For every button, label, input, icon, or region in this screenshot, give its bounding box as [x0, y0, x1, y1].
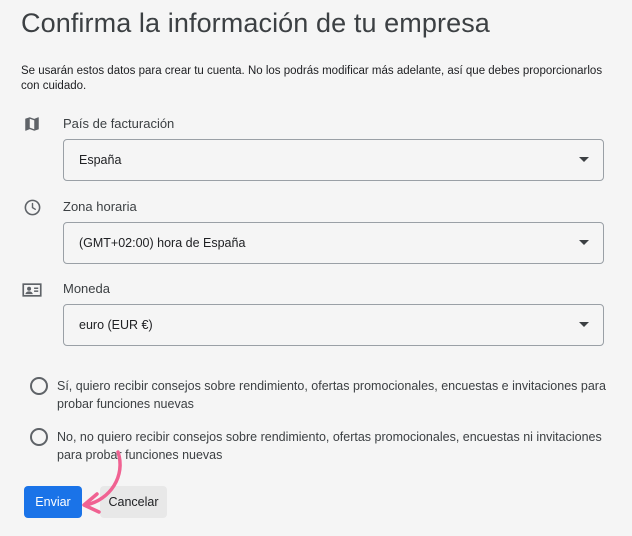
currency-icon	[22, 280, 42, 300]
timezone-label: Zona horaria	[63, 199, 137, 214]
radio-option-yes[interactable]: Sí, quiero recibir consejos sobre rendim…	[30, 377, 610, 413]
submit-button[interactable]: Enviar	[24, 486, 82, 518]
currency-select[interactable]: euro (EUR €)	[63, 304, 604, 346]
chevron-down-icon	[579, 322, 589, 327]
currency-value: euro (EUR €)	[79, 318, 153, 332]
page-title: Confirma la información de tu empresa	[21, 8, 490, 38]
intro-text: Se usarán estos datos para crear tu cuen…	[21, 65, 603, 92]
billing-country-value: España	[79, 153, 122, 167]
timezone-select[interactable]: (GMT+02:00) hora de España	[63, 222, 604, 264]
currency-label: Moneda	[63, 281, 110, 296]
chevron-down-icon	[579, 240, 589, 245]
billing-country-label: País de facturación	[63, 116, 175, 131]
radio-option-no[interactable]: No, no quiero recibir consejos sobre ren…	[30, 428, 610, 464]
radio-label-no: No, no quiero recibir consejos sobre ren…	[57, 430, 602, 462]
billing-country-select[interactable]: España	[63, 139, 604, 181]
timezone-value: (GMT+02:00) hora de España	[79, 236, 246, 250]
radio-label-yes: Sí, quiero recibir consejos sobre rendim…	[57, 379, 606, 411]
business-info-page: Confirma la información de tu empresa Se…	[0, 0, 632, 536]
clock-icon	[22, 197, 42, 217]
radio-button-yes[interactable]	[30, 377, 48, 395]
cancel-button[interactable]: Cancelar	[100, 486, 167, 518]
chevron-down-icon	[579, 157, 589, 162]
radio-button-no[interactable]	[30, 428, 48, 446]
map-icon	[22, 114, 42, 134]
